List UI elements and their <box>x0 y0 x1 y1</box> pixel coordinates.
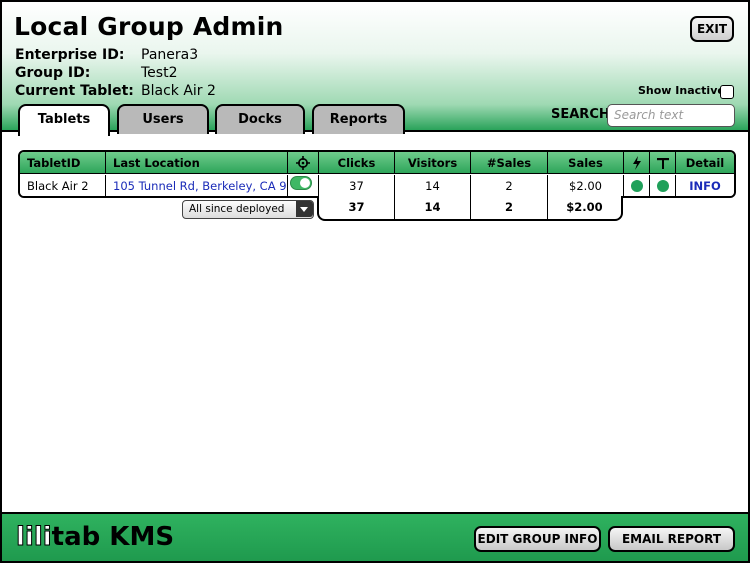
lightning-icon <box>632 155 641 170</box>
header: Local Group Admin Enterprise ID: Panera3… <box>2 2 748 136</box>
tab-reports[interactable]: Reports <box>312 104 405 134</box>
enterprise-label: Enterprise ID: <box>15 47 125 63</box>
cell-clicks: 37 <box>319 175 395 196</box>
total-sales-count: 2 <box>471 196 548 219</box>
show-inactive-label: Show Inactive: <box>638 84 730 97</box>
current-tablet-label: Current Tablet: <box>15 83 134 99</box>
brand-logo: lilitab KMS <box>16 522 175 553</box>
dock-status-dot <box>656 179 669 192</box>
header-detail: Detail <box>676 152 734 174</box>
totals-row: 37 14 2 $2.00 <box>317 196 623 221</box>
header-sales-count[interactable]: #Sales <box>471 152 548 174</box>
cell-detail[interactable]: INFO <box>676 175 734 196</box>
cell-visitors: 14 <box>395 175 471 196</box>
page-title: Local Group Admin <box>14 12 284 41</box>
tab-tablets[interactable]: Tablets <box>18 104 110 136</box>
tab-docks[interactable]: Docks <box>215 104 305 134</box>
header-visitors[interactable]: Visitors <box>395 152 471 174</box>
current-tablet-value: Black Air 2 <box>141 83 216 99</box>
info-link[interactable]: INFO <box>689 179 721 193</box>
crosshair-icon <box>296 155 310 170</box>
period-select-value: All since deployed <box>189 203 285 215</box>
header-dock <box>650 152 676 174</box>
period-select[interactable]: All since deployed <box>182 200 314 219</box>
exit-button[interactable]: EXIT <box>690 16 734 42</box>
group-value: Test2 <box>141 65 178 81</box>
footer: lilitab KMS EDIT GROUP INFO EMAIL REPORT <box>2 512 748 561</box>
cell-sales: $2.00 <box>548 175 624 196</box>
location-link[interactable]: 105 Tunnel Rd, Berkeley, CA 94... <box>113 179 287 193</box>
header-sales[interactable]: Sales <box>548 152 624 174</box>
header-last-location[interactable]: Last Location <box>106 152 288 174</box>
tablets-table: TabletID Last Location Clicks Visitors #… <box>18 150 736 198</box>
edit-group-info-button[interactable]: EDIT GROUP INFO <box>474 526 601 552</box>
cell-last-location[interactable]: 105 Tunnel Rd, Berkeley, CA 94... <box>106 175 288 196</box>
total-clicks: 37 <box>319 196 395 219</box>
chevron-down-icon <box>296 201 313 217</box>
app-window: Local Group Admin Enterprise ID: Panera3… <box>0 0 750 563</box>
cell-power-status <box>624 175 650 196</box>
enterprise-value: Panera3 <box>141 47 199 63</box>
total-visitors: 14 <box>395 196 471 219</box>
header-power <box>624 152 650 174</box>
cell-tablet-id[interactable]: Black Air 2 <box>20 175 106 196</box>
cell-dock-status <box>650 175 676 196</box>
header-clicks[interactable]: Clicks <box>319 152 395 174</box>
total-sales: $2.00 <box>566 200 603 214</box>
brand-rest: tab KMS <box>51 522 175 552</box>
dock-icon <box>656 157 669 169</box>
search-input[interactable]: Search text <box>607 104 735 127</box>
tab-users[interactable]: Users <box>117 104 209 134</box>
header-tablet-id[interactable]: TabletID <box>20 152 106 174</box>
show-inactive-checkbox[interactable] <box>720 85 734 99</box>
group-label: Group ID: <box>15 65 91 81</box>
power-status-dot <box>630 179 643 192</box>
cell-sales-count: 2 <box>471 175 548 196</box>
search-label: SEARCH <box>551 107 610 122</box>
header-location-tracking <box>288 152 319 174</box>
email-report-button[interactable]: EMAIL REPORT <box>608 526 735 552</box>
brand-lili: lili <box>16 522 53 553</box>
tracking-toggle[interactable] <box>290 176 312 190</box>
